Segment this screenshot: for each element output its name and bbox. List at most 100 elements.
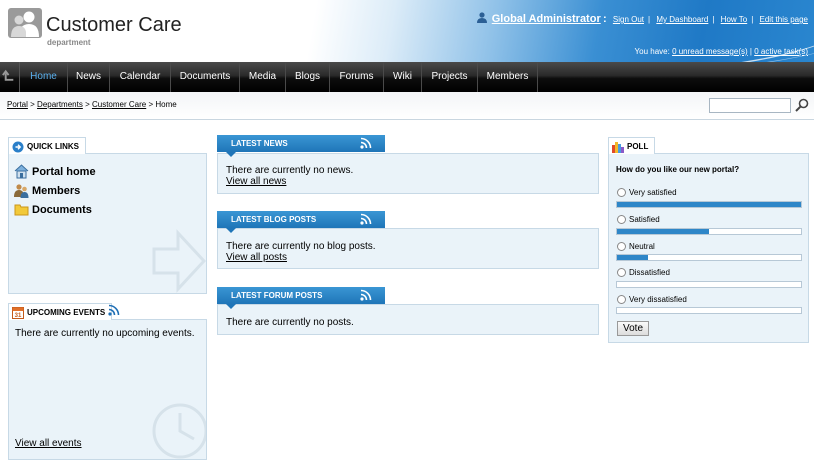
- view-all-posts-link[interactable]: View all posts: [226, 252, 287, 263]
- nav-item-news[interactable]: News: [68, 62, 110, 92]
- latest-news-empty: There are currently no news.: [226, 165, 354, 176]
- view-all-news-link[interactable]: View all news: [226, 176, 286, 187]
- poll-bar-fill: [617, 202, 801, 207]
- quick-link-documents[interactable]: Documents: [14, 200, 96, 219]
- quick-links-icon: [12, 141, 24, 153]
- poll-radio[interactable]: [617, 188, 626, 197]
- folder-icon: [14, 204, 29, 216]
- link-separator: |: [648, 15, 651, 24]
- poll-option-dissatisfied[interactable]: Dissatisfied: [617, 268, 670, 277]
- nav-item-home[interactable]: Home: [20, 62, 68, 92]
- vote-button[interactable]: Vote: [617, 321, 649, 336]
- site-subtitle: department: [47, 38, 91, 47]
- poll-option-neutral[interactable]: Neutral: [617, 242, 655, 251]
- svg-text:31: 31: [15, 313, 22, 319]
- poll-option-label: Very satisfied: [629, 188, 677, 197]
- poll-title-text: POLL: [627, 142, 649, 151]
- poll-radio[interactable]: [617, 295, 626, 304]
- main-navigation: Home News Calendar Documents Media Blogs…: [0, 62, 814, 92]
- rss-icon[interactable]: [360, 213, 372, 225]
- sign-out-link[interactable]: Sign Out: [613, 15, 644, 24]
- breadcrumb-current: Home: [155, 100, 177, 109]
- latest-forum-title: LATEST FORUM POSTS: [231, 291, 323, 300]
- latest-forum-header: LATEST FORUM POSTS: [217, 287, 385, 309]
- poll-result-bar: [616, 201, 802, 208]
- poll-result-bar: [616, 254, 802, 261]
- header-pointer: [226, 228, 236, 233]
- arrow-watermark-icon: [152, 229, 206, 293]
- nav-item-projects[interactable]: Projects: [422, 62, 478, 92]
- search-input[interactable]: [709, 98, 791, 113]
- breadcrumb-departments-link[interactable]: Departments: [37, 100, 83, 109]
- user-separator: :: [602, 13, 607, 25]
- nav-item-blogs[interactable]: Blogs: [286, 62, 330, 92]
- quick-link-members[interactable]: Members: [14, 181, 96, 200]
- poll-bar-fill: [617, 255, 649, 260]
- clock-watermark-icon: [152, 403, 206, 459]
- poll-radio[interactable]: [617, 215, 626, 224]
- nav-item-documents[interactable]: Documents: [171, 62, 240, 92]
- poll-option-label: Dissatisfied: [629, 268, 670, 277]
- poll-option-label: Satisfied: [629, 215, 660, 224]
- my-dashboard-link[interactable]: My Dashboard: [656, 15, 708, 24]
- nav-item-forums[interactable]: Forums: [330, 62, 384, 92]
- poll-option-very-satisfied[interactable]: Very satisfied: [617, 188, 677, 197]
- latest-blog-panel: There are currently no blog posts. View …: [217, 228, 599, 269]
- users-icon: [14, 184, 29, 198]
- quick-link-label: Documents: [32, 203, 92, 216]
- department-logo-icon: [8, 8, 42, 38]
- poll-option-label: Very dissatisfied: [629, 295, 687, 304]
- breadcrumb-customer-care-link[interactable]: Customer Care: [92, 100, 146, 109]
- message-prefix: You have:: [634, 47, 670, 56]
- latest-forum-panel: There are currently no posts.: [217, 304, 599, 335]
- edit-page-link[interactable]: Edit this page: [760, 15, 808, 24]
- poll-bar-fill: [617, 229, 709, 234]
- upcoming-events-empty: There are currently no upcoming events.: [15, 328, 195, 339]
- poll-result-bar: [616, 281, 802, 288]
- return-arrow-icon[interactable]: [0, 62, 20, 92]
- poll-radio[interactable]: [617, 242, 626, 251]
- poll-option-label: Neutral: [629, 242, 655, 251]
- rss-icon[interactable]: [360, 137, 372, 149]
- quick-link-portal-home[interactable]: Portal home: [14, 162, 96, 181]
- poll-radio[interactable]: [617, 268, 626, 277]
- nav-item-calendar[interactable]: Calendar: [110, 62, 171, 92]
- user-bar: Global Administrator : Sign Out | My Dash…: [476, 12, 808, 25]
- quick-links-title: QUICK LINKS: [8, 137, 86, 154]
- nav-item-members[interactable]: Members: [478, 62, 538, 92]
- search-icon[interactable]: [795, 98, 809, 112]
- quick-links-list: Portal home Members Documents: [14, 162, 96, 219]
- breadcrumb-bar: Portal > Departments > Customer Care > H…: [0, 92, 814, 120]
- rss-icon[interactable]: [360, 289, 372, 301]
- user-name-link[interactable]: Global Administrator: [492, 13, 601, 25]
- quick-link-label: Members: [32, 184, 81, 197]
- header-pointer: [226, 152, 236, 157]
- link-separator: |: [712, 15, 715, 24]
- latest-blog-header: LATEST BLOG POSTS: [217, 211, 385, 233]
- rss-icon[interactable]: [108, 304, 120, 316]
- poll-result-bar: [616, 307, 802, 314]
- breadcrumb-portal-link[interactable]: Portal: [7, 100, 28, 109]
- nav-item-media[interactable]: Media: [240, 62, 286, 92]
- link-separator: |: [751, 15, 754, 24]
- poll-option-satisfied[interactable]: Satisfied: [617, 215, 660, 224]
- header-pointer: [226, 304, 236, 309]
- house-icon: [14, 164, 29, 179]
- poll-option-very-dissatisfied[interactable]: Very dissatisfied: [617, 295, 687, 304]
- latest-news-title: LATEST NEWS: [231, 139, 288, 148]
- latest-blog-title: LATEST BLOG POSTS: [231, 215, 317, 224]
- nav-item-wiki[interactable]: Wiki: [384, 62, 422, 92]
- user-icon: [476, 12, 487, 23]
- breadcrumb-separator: >: [30, 100, 35, 109]
- site-title: Customer Care: [46, 14, 182, 36]
- bar-chart-icon: [612, 142, 624, 153]
- poll-question: How do you like our new portal?: [616, 165, 740, 174]
- latest-forum-empty: There are currently no posts.: [226, 317, 354, 328]
- unread-messages-link[interactable]: 0 unread message(s): [672, 47, 748, 56]
- quick-links-title-text: QUICK LINKS: [27, 142, 79, 151]
- view-all-events-link[interactable]: View all events: [15, 438, 82, 449]
- latest-news-header: LATEST NEWS: [217, 135, 385, 157]
- how-to-link[interactable]: How To: [721, 15, 748, 24]
- active-tasks-link[interactable]: 0 active task(s): [754, 47, 808, 56]
- latest-blog-empty: There are currently no blog posts.: [226, 241, 376, 252]
